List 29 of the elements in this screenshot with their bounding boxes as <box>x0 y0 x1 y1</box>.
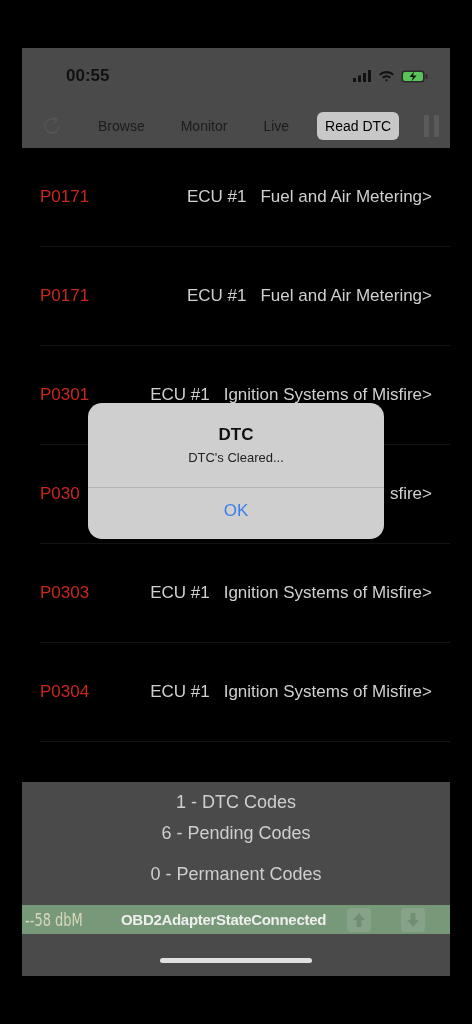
alert-message: DTC's Cleared... <box>188 450 284 465</box>
tab[interactable]: Read DTC <box>317 112 400 140</box>
ecu-label: ECU #1 <box>150 385 210 405</box>
ecu-label: ECU #1 <box>150 682 210 702</box>
dtc-description[interactable]: Ignition Systems of Misfire> <box>223 682 432 702</box>
dtc-code[interactable]: P0171 <box>40 286 100 306</box>
alert-title: DTC <box>218 425 254 445</box>
code-count: 1 - DTC Codes <box>175 792 296 813</box>
dtc-code[interactable]: P0304 <box>40 682 100 702</box>
dtc-description[interactable]: Fuel and Air Metering> <box>260 187 432 207</box>
code-count: 6 - Pending Codes <box>161 823 311 844</box>
code-count: 0 - Permanent Codes <box>150 864 322 885</box>
status-time: 00:55 <box>66 66 111 86</box>
ecu-label: ECU #1 <box>186 286 247 306</box>
signal-icon <box>353 70 372 82</box>
dtc-description[interactable]: Fuel and Air Metering> <box>260 286 432 306</box>
dtc-code[interactable]: P0301 <box>40 385 100 405</box>
wifi-icon <box>378 70 395 82</box>
connection-state: OBD2AdapterStateConnected <box>121 911 328 928</box>
dtc-description[interactable]: Ignition Systems of Misfire> <box>223 385 432 405</box>
dtc-description[interactable]: Ignition Systems of Misfire> <box>223 583 432 603</box>
signal-strength: --58 dbM <box>25 909 84 930</box>
ecu-label: ECU #1 <box>186 187 247 207</box>
ok-button[interactable]: OK <box>217 500 255 522</box>
battery-charging-icon <box>401 69 428 83</box>
ecu-label: ECU #1 <box>150 583 210 603</box>
dtc-code[interactable]: P0303 <box>40 583 100 603</box>
dtc-description[interactable]: sfire> <box>389 484 432 504</box>
dtc-code[interactable]: P0171 <box>40 187 100 207</box>
